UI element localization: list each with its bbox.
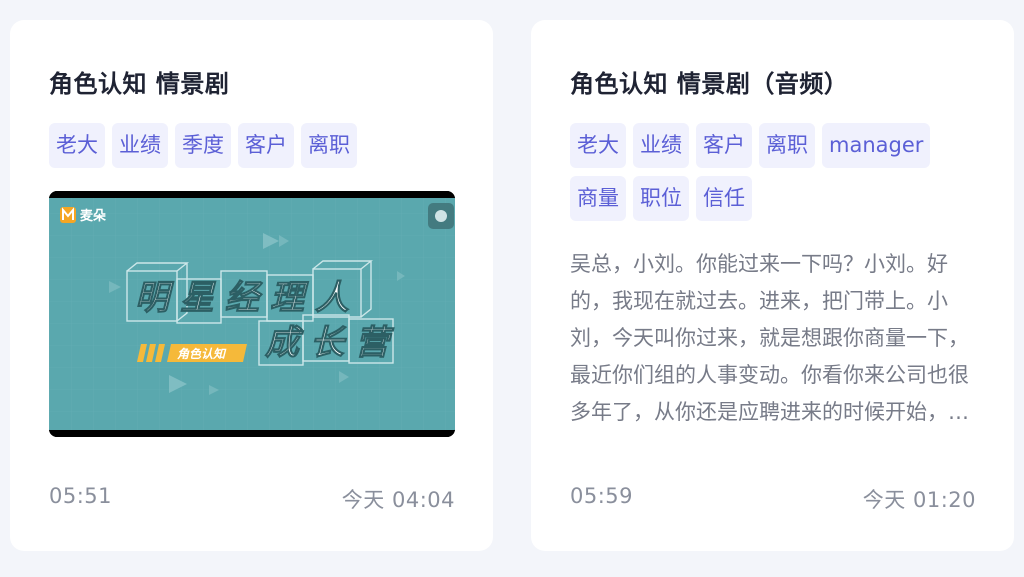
tag[interactable]: 职位 (633, 176, 689, 221)
card-title: 角色认知 情景剧（音频） (570, 70, 849, 98)
brand-logo-icon (60, 207, 76, 223)
video-thumbnail[interactable]: 麦朵 明星经理人 成长营 角色认知 (49, 191, 455, 437)
duration: 05:51 (49, 484, 113, 508)
tag[interactable]: manager (822, 123, 931, 168)
tag[interactable]: 季度 (175, 123, 231, 168)
tag[interactable]: 信任 (696, 176, 752, 221)
tag[interactable]: 业绩 (112, 123, 168, 168)
timestamp: 今天 01:20 (862, 488, 976, 512)
thumbnail-subheadline: 成长营 (265, 323, 400, 363)
audio-card[interactable]: 角色认知 情景剧（音频） 老大 业绩 客户 离职 manager 商量 职位 信… (531, 20, 1014, 551)
transcript-preview: 吴总，小刘。你能过来一下吗？小刘。好的，我现在就过去。进来，把门带上。小刘，今天… (570, 252, 969, 424)
video-card[interactable]: 角色认知 情景剧 老大 业绩 季度 客户 离职 麦朵 明星经理人 成长营 角色认… (10, 20, 493, 551)
logo-text: 麦朵 (80, 208, 106, 224)
tag[interactable]: 客户 (238, 123, 294, 168)
tag[interactable]: 老大 (570, 123, 626, 168)
timestamp: 今天 04:04 (341, 488, 455, 512)
tag[interactable]: 客户 (696, 123, 752, 168)
tag-list: 老大 业绩 客户 离职 manager 商量 职位 信任 (570, 123, 980, 221)
card-title: 角色认知 情景剧 (49, 70, 230, 98)
tag[interactable]: 离职 (301, 123, 357, 168)
badge-stripes-icon (137, 344, 165, 362)
tag[interactable]: 离职 (759, 123, 815, 168)
tag[interactable]: 商量 (570, 176, 626, 221)
thumbnail-artwork: 麦朵 明星经理人 成长营 角色认知 (49, 191, 455, 437)
tag[interactable]: 老大 (49, 123, 105, 168)
tag[interactable]: 业绩 (633, 123, 689, 168)
thumbnail-headline: 明星经理人 (135, 278, 360, 318)
duration: 05:59 (570, 484, 634, 508)
thumbnail-badge: 角色认知 (177, 347, 227, 361)
tag-list: 老大 业绩 季度 客户 离职 (49, 123, 459, 168)
